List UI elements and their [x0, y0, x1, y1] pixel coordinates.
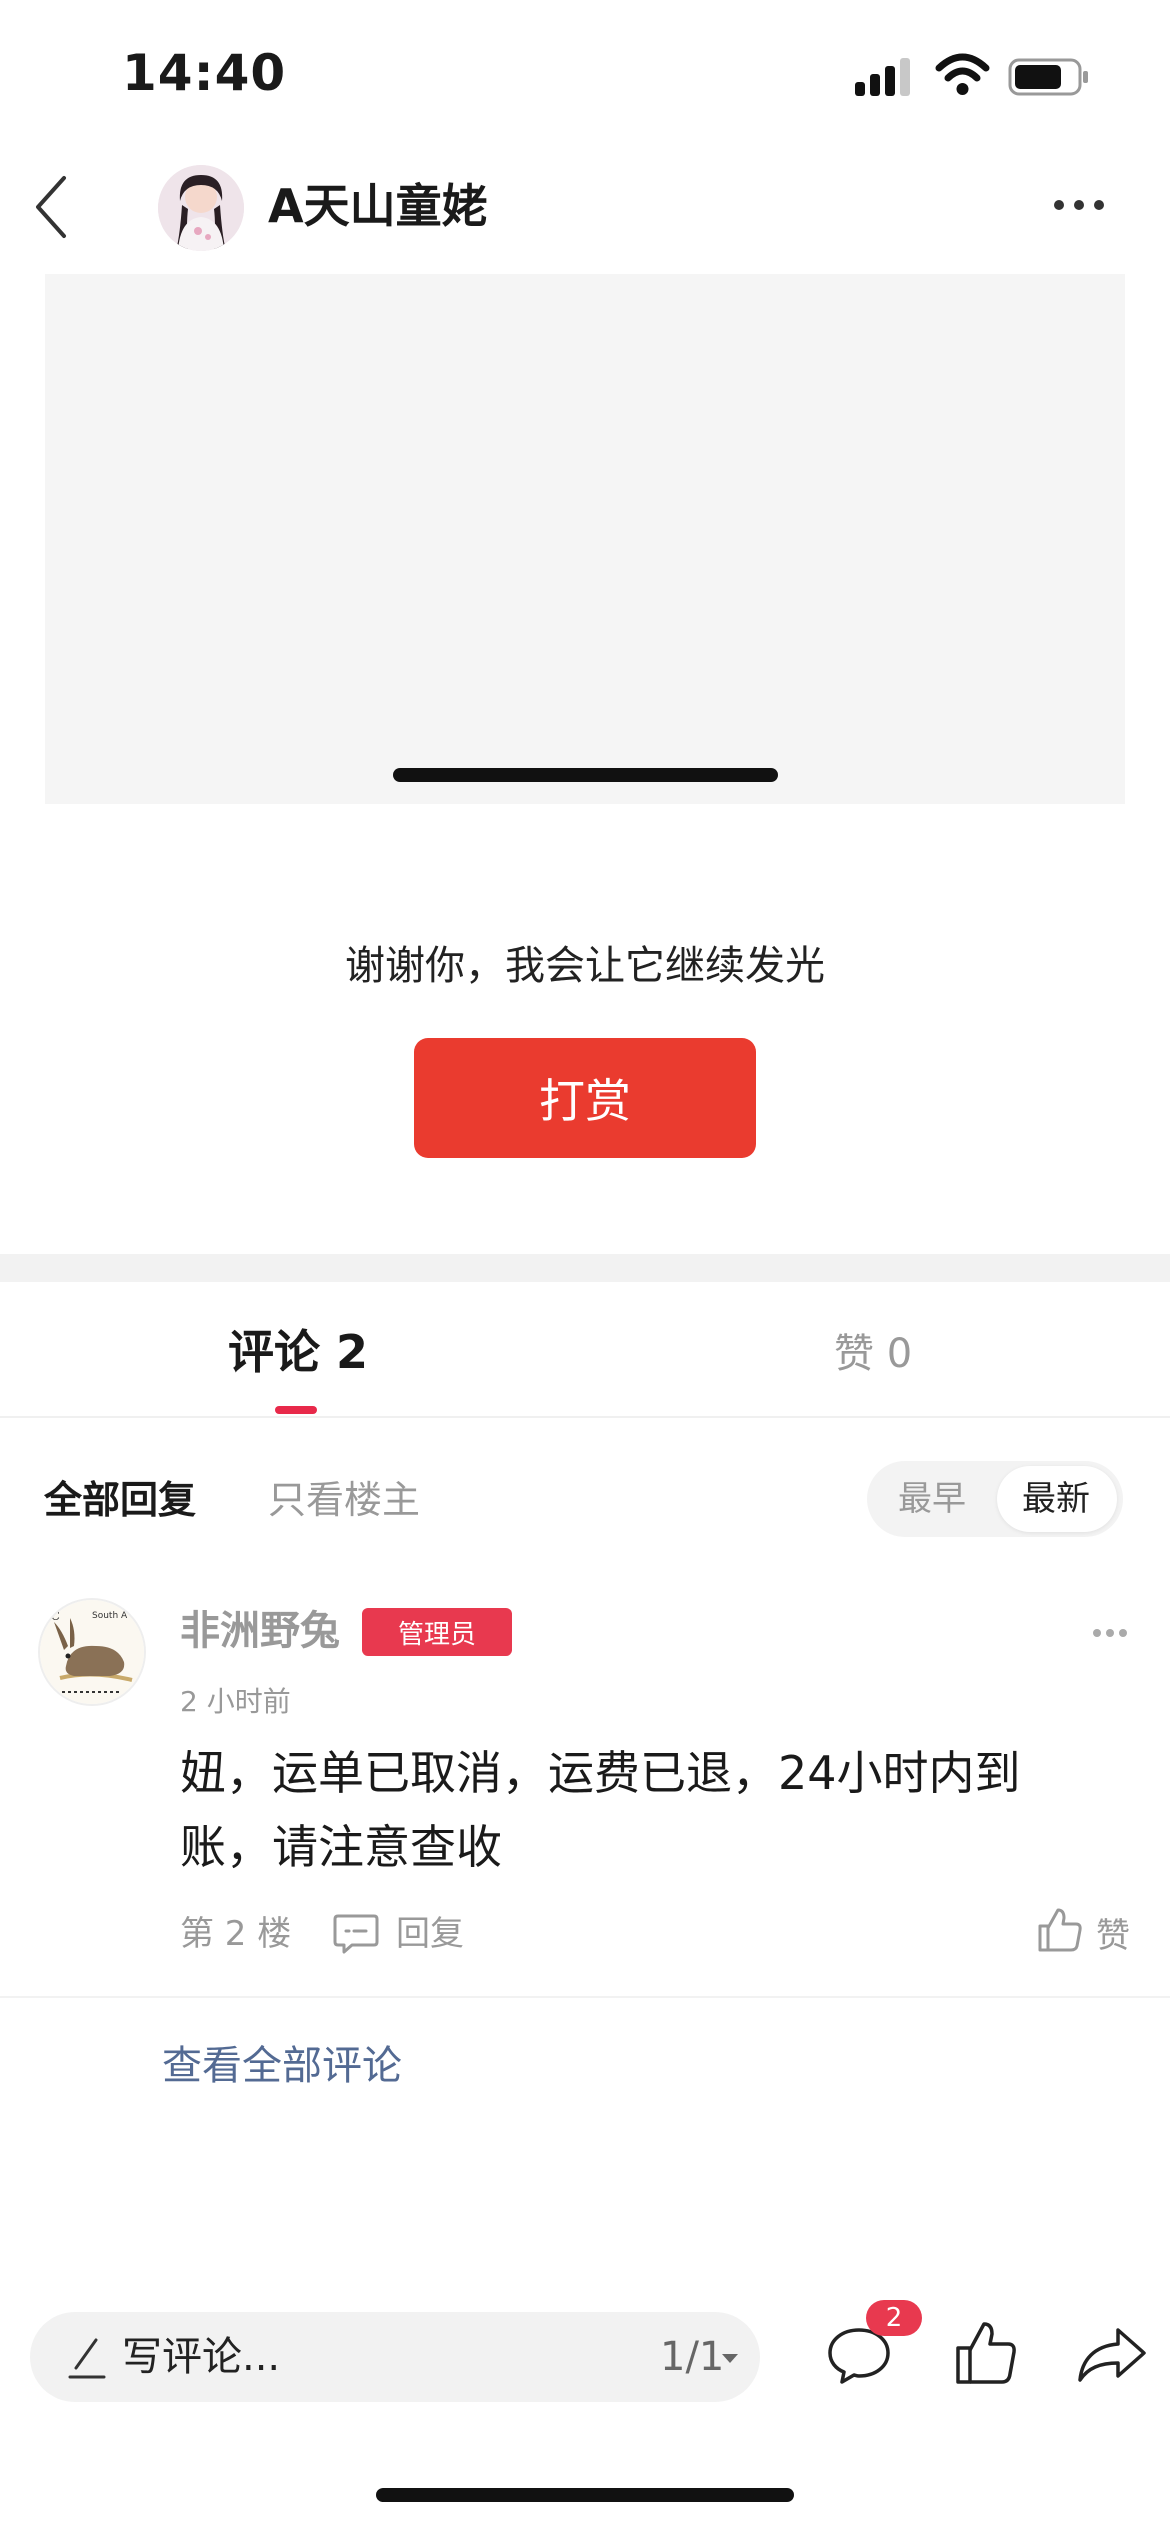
- tab-active-indicator: [275, 1406, 317, 1414]
- svg-text:South A: South A: [92, 1611, 128, 1621]
- commenter-avatar[interactable]: South A JC: [38, 1598, 146, 1706]
- author-name[interactable]: A天山童姥: [268, 176, 488, 236]
- media-scrub-bar[interactable]: [393, 768, 778, 782]
- filter-all-replies[interactable]: 全部回复: [44, 1472, 196, 1528]
- pen-icon: [68, 2338, 106, 2379]
- comment-input-placeholder[interactable]: 写评论...: [122, 2329, 280, 2385]
- author-avatar[interactable]: [158, 165, 244, 251]
- admin-badge: 管理员: [362, 1608, 512, 1656]
- reply-button[interactable]: 回复: [396, 1910, 464, 1958]
- svg-text:JC: JC: [44, 1609, 60, 1623]
- status-time: 14:40: [122, 44, 287, 102]
- battery-icon: [1008, 58, 1088, 96]
- hare-avatar-icon: South A JC: [40, 1600, 144, 1704]
- comment-time: 2 小时前: [180, 1685, 291, 1718]
- comment-count-badge: 2: [866, 2300, 922, 2336]
- sort-newest[interactable]: 最新: [1022, 1472, 1090, 1526]
- reward-message: 谢谢你，我会让它继续发光: [345, 943, 825, 989]
- sort-earliest[interactable]: 最早: [898, 1472, 966, 1526]
- comment-more-icon[interactable]: [1092, 1627, 1128, 1639]
- view-all-comments-link[interactable]: 查看全部评论: [162, 2038, 402, 2094]
- share-arrow-icon[interactable]: [1076, 2326, 1148, 2384]
- more-options-icon[interactable]: [1052, 196, 1106, 214]
- home-indicator: [376, 2488, 794, 2502]
- avatar-portrait-icon: [158, 165, 244, 251]
- comment-thumbs-up-icon[interactable]: [1036, 1906, 1084, 1954]
- section-divider: [0, 1254, 1170, 1282]
- back-chevron-icon[interactable]: [30, 172, 70, 242]
- comment-like-label[interactable]: 赞: [1096, 1912, 1130, 1960]
- reply-bubble-icon[interactable]: [332, 1912, 380, 1956]
- tab-divider: [0, 1416, 1170, 1418]
- filter-host-only[interactable]: 只看楼主: [268, 1472, 420, 1528]
- comment-divider: [0, 1996, 1170, 1998]
- comment-text: 妞，运单已取消，运费已退，24小时内到账，请注意查收: [180, 1746, 1021, 1874]
- cellular-signal-icon: [855, 58, 910, 96]
- reward-button[interactable]: 打赏: [414, 1038, 756, 1158]
- tab-likes[interactable]: 赞 0: [834, 1326, 912, 1382]
- caret-down-icon[interactable]: [721, 2352, 739, 2364]
- tab-comments[interactable]: 评论 2: [228, 1322, 368, 1382]
- comment-floor: 第 2 楼: [180, 1914, 292, 1954]
- media-placeholder[interactable]: [45, 274, 1125, 804]
- commenter-name[interactable]: 非洲野兔: [180, 1603, 340, 1659]
- thumbs-up-icon[interactable]: [954, 2320, 1018, 2386]
- wifi-icon: [935, 53, 990, 95]
- page-indicator[interactable]: 1/1: [660, 2329, 724, 2385]
